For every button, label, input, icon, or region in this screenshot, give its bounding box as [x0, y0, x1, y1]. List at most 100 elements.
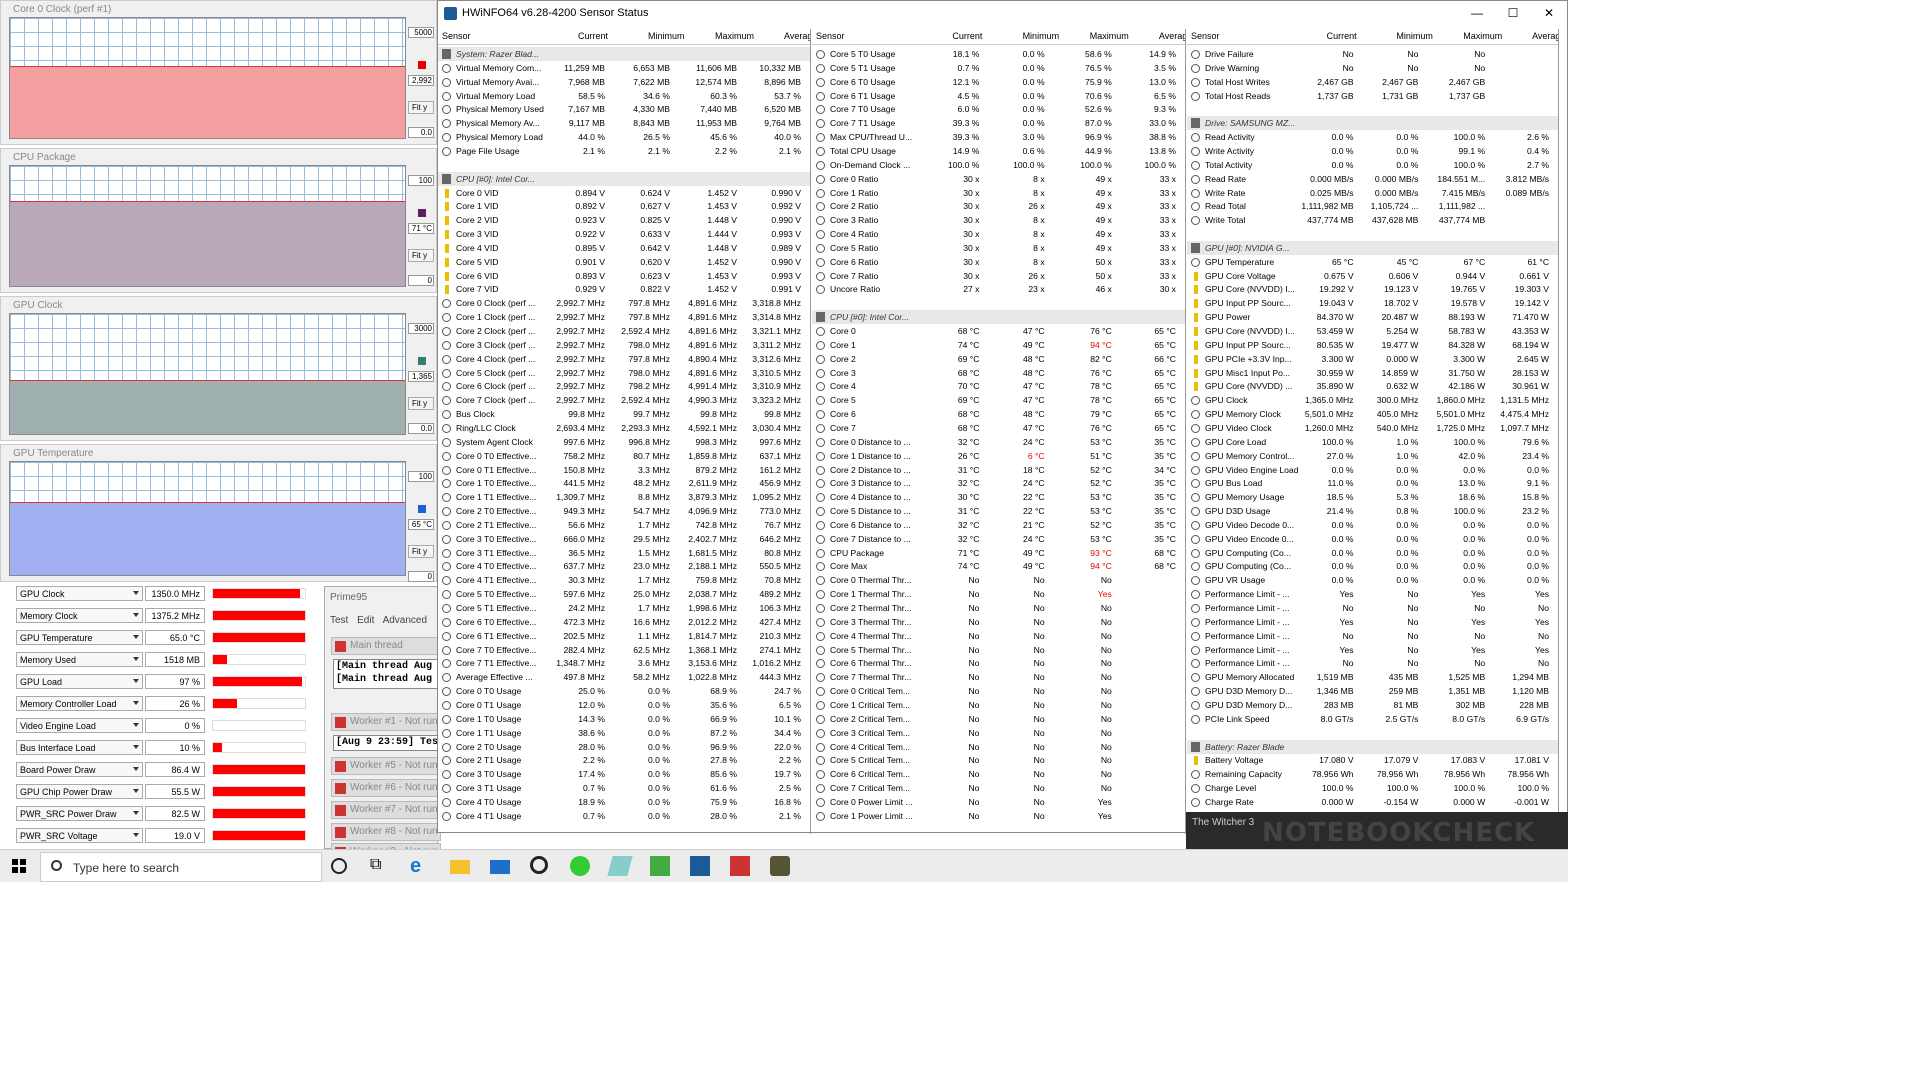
windows-start-icon[interactable] — [12, 859, 26, 873]
sensor-row[interactable]: Core 6 T1 Effective... 202.5 MHz 1.1 MHz 1,… — [438, 629, 810, 643]
sensor-row[interactable]: Core 2 Critical Tem... No No No — [812, 712, 1185, 726]
sensor-row[interactable]: Core 3 68 °C 48 °C 76 °C 65 °C — [812, 366, 1185, 380]
sensor-row[interactable]: Core 3 T1 Usage 0.7 % 0.0 % 61.6 % 2.5 % — [438, 781, 810, 795]
sensor-row[interactable]: Core 1 T1 Usage 38.6 % 0.0 % 87.2 % 34.4 % — [438, 726, 810, 740]
column-header[interactable]: Sensor — [816, 29, 845, 44]
xbox-icon[interactable] — [530, 856, 548, 874]
sensor-row[interactable]: Core 5 Ratio 30 x 8 x 49 x 33 x — [812, 241, 1185, 255]
minimize-icon[interactable]: — — [1459, 1, 1495, 26]
hwinfo-taskbar-icon[interactable] — [690, 856, 710, 876]
column-header[interactable]: Maximum — [1463, 29, 1502, 44]
sensor-row[interactable]: Core 0 68 °C 47 °C 76 °C 65 °C — [812, 324, 1185, 338]
sensor-select[interactable]: Board Power Draw — [16, 762, 143, 777]
sensor-select[interactable]: Memory Used — [16, 652, 143, 667]
sensor-row[interactable]: Core 2 T0 Usage 28.0 % 0.0 % 96.9 % 22.0 % — [438, 740, 810, 754]
sensor-row[interactable]: Virtual Memory Avai... 7,968 MB 7,622 MB 12… — [438, 75, 810, 89]
sensor-row[interactable]: GPU Input PP Sourc... 19.043 V 18.702 V 19.… — [1187, 296, 1558, 310]
sensor-row[interactable]: Core 3 Clock (perf ... 2,992.7 MHz 798.0 M… — [438, 338, 810, 352]
sensor-row[interactable]: Max CPU/Thread U... 39.3 % 3.0 % 96.9 % 38.8… — [812, 130, 1185, 144]
fit-y-button[interactable]: Fit y — [408, 249, 434, 262]
column-header[interactable]: Minimum — [648, 29, 685, 44]
sensor-row[interactable]: Drive Failure No No No — [1187, 47, 1558, 61]
sensor-row[interactable]: Core 4 T1 Usage 0.7 % 0.0 % 28.0 % 2.1 % — [438, 809, 810, 823]
sensor-row[interactable]: Core 4 Thermal Thr... No No No — [812, 629, 1185, 643]
sensor-row[interactable]: Core 6 Distance to ... 32 °C 21 °C 52 °C 35 … — [812, 518, 1185, 532]
sensor-row[interactable]: GPU Video Decode 0... 0.0 % 0.0 % 0.0 % 0.0 … — [1187, 518, 1558, 532]
column-header[interactable]: Maximum — [715, 29, 754, 44]
sensor-row[interactable]: Core 2 Clock (perf ... 2,992.7 MHz 2,592.4… — [438, 324, 810, 338]
sensor-row[interactable]: Core 5 Clock (perf ... 2,992.7 MHz 798.0 M… — [438, 366, 810, 380]
sensor-row[interactable]: Total Host Writes 2,467 GB 2,467 GB 2,467 G… — [1187, 75, 1558, 89]
sensor-row[interactable]: Core Max 74 °C 49 °C 94 °C 68 °C — [812, 559, 1185, 573]
sensor-row[interactable]: Core 4 T0 Effective... 637.7 MHz 23.0 MHz 2… — [438, 559, 810, 573]
sensor-row[interactable]: Virtual Memory Com... 11,259 MB 6,653 MB 11… — [438, 61, 810, 75]
sensor-row[interactable]: GPU D3D Memory D... 1,346 MB 259 MB 1,351 M… — [1187, 684, 1558, 698]
sensor-panel-3[interactable]: Sensor Current Minimum Maximum Average Drive … — [1187, 29, 1559, 834]
sensor-row[interactable]: Battery Voltage 17.080 V 17.079 V 17.083 V 1… — [1187, 753, 1558, 767]
sensor-row[interactable]: Core 2 Distance to ... 31 °C 18 °C 52 °C 34 … — [812, 463, 1185, 477]
column-header[interactable]: Current — [1327, 29, 1357, 44]
sensor-row[interactable]: Core 6 T0 Usage 12.1 % 0.0 % 75.9 % 13.0 % — [812, 75, 1185, 89]
sensor-row[interactable]: GPU Video Clock 1,260.0 MHz 540.0 MHz 1,725… — [1187, 421, 1558, 435]
sensor-row[interactable]: GPU Memory Control... 27.0 % 1.0 % 42.0 % 23… — [1187, 449, 1558, 463]
sensor-row[interactable]: GPU Computing (Co... 0.0 % 0.0 % 0.0 % 0.0 % — [1187, 546, 1558, 560]
worker-window[interactable]: Worker #6 - Not run — [331, 779, 441, 797]
sensor-row[interactable]: PCIe Link Speed 8.0 GT/s 2.5 GT/s 8.0 GT/s 6… — [1187, 712, 1558, 726]
sensor-select[interactable]: GPU Temperature — [16, 630, 143, 645]
sensor-row[interactable]: Core 7 68 °C 47 °C 76 °C 65 °C — [812, 421, 1185, 435]
sensor-row[interactable]: Performance Limit - ... Yes No Yes Yes — [1187, 587, 1558, 601]
sensor-row[interactable]: Core 7 Ratio 30 x 26 x 50 x 33 x — [812, 269, 1185, 283]
sensor-row[interactable]: Core 0 Ratio 30 x 8 x 49 x 33 x — [812, 172, 1185, 186]
sensor-row[interactable]: On-Demand Clock ... 100.0 % 100.0 % 100.0 %… — [812, 158, 1185, 172]
sensor-row[interactable]: GPU Clock 1,365.0 MHz 300.0 MHz 1,860.0 MHz… — [1187, 393, 1558, 407]
sensor-row[interactable]: Core 2 T0 Effective... 949.3 MHz 54.7 MHz 4… — [438, 504, 810, 518]
sensor-row[interactable]: Bus Clock 99.8 MHz 99.7 MHz 99.8 MHz 99.8 MH… — [438, 407, 810, 421]
sensor-graph[interactable]: Core 0 Clock (perf #1) 5000 2,992 Fit y … — [0, 0, 437, 145]
sensor-group-header[interactable]: Battery: Razer Blade — [1187, 739, 1558, 754]
fit-y-button[interactable]: Fit y — [408, 397, 434, 410]
maximize-icon[interactable]: ☐ — [1495, 1, 1531, 26]
sensor-row[interactable]: Core 1 Critical Tem... No No No — [812, 698, 1185, 712]
sensor-row[interactable]: Core 0 T1 Effective... 150.8 MHz 3.3 MHz 87… — [438, 463, 810, 477]
sensor-row[interactable]: Core 1 Distance to ... 26 °C 6 °C 51 °C 35 °… — [812, 449, 1185, 463]
column-header[interactable]: Average — [1159, 29, 1185, 44]
column-header[interactable]: Minimum — [1396, 29, 1433, 44]
sensor-row[interactable]: Total CPU Usage 14.9 % 0.6 % 44.9 % 13.8 % — [812, 144, 1185, 158]
sensor-row[interactable]: Core 4 Clock (perf ... 2,992.7 MHz 797.8 M… — [438, 352, 810, 366]
edge-icon[interactable]: e — [410, 856, 430, 876]
sensor-row[interactable]: Read Rate 0.000 MB/s 0.000 MB/s 184.551 M..… — [1187, 172, 1558, 186]
sensor-row[interactable]: Core 7 T0 Effective... 282.4 MHz 62.5 MHz 1… — [438, 643, 810, 657]
sensor-row[interactable]: Core 7 T1 Usage 39.3 % 0.0 % 87.0 % 33.0 % — [812, 116, 1185, 130]
sensor-row[interactable]: Core 3 Ratio 30 x 8 x 49 x 33 x — [812, 213, 1185, 227]
sensor-row[interactable]: Core 3 VID 0.922 V 0.633 V 1.444 V 0.993 V — [438, 227, 810, 241]
sensor-row[interactable]: Core 5 69 °C 47 °C 78 °C 65 °C — [812, 393, 1185, 407]
sensor-row[interactable]: GPU Computing (Co... 0.0 % 0.0 % 0.0 % 0.0 % — [1187, 559, 1558, 573]
sensor-row[interactable]: Performance Limit - ... No No No No — [1187, 601, 1558, 615]
witcher-taskbar-icon[interactable] — [770, 856, 790, 876]
sensor-row[interactable]: Core 1 Clock (perf ... 2,992.7 MHz 797.8 M… — [438, 310, 810, 324]
sensor-row[interactable]: Core 5 VID 0.901 V 0.620 V 1.452 V 0.990 V — [438, 255, 810, 269]
sensor-group-header[interactable]: System: Razer Blad... — [438, 47, 810, 61]
sensor-row[interactable]: GPU Core (NVVDD) I... 19.292 V 19.123 V 19.… — [1187, 282, 1558, 296]
sensor-row[interactable]: GPU VR Usage 0.0 % 0.0 % 0.0 % 0.0 % — [1187, 573, 1558, 587]
sensor-row[interactable]: Core 0 T1 Usage 12.0 % 0.0 % 35.6 % 6.5 % — [438, 698, 810, 712]
sensor-row[interactable]: Core 0 Critical Tem... No No No — [812, 684, 1185, 698]
sensor-row[interactable]: Read Total 1,111,982 MB 1,105,724 ... 1,111… — [1187, 199, 1558, 213]
task-view-icon[interactable]: ⧉ — [370, 856, 390, 876]
sensor-row[interactable]: Core 2 T1 Effective... 56.6 MHz 1.7 MHz 742… — [438, 518, 810, 532]
sensor-panel-2[interactable]: Sensor Current Minimum Maximum Average Core 5… — [812, 29, 1186, 834]
sensor-panel-1[interactable]: Sensor Current Minimum Maximum Average System… — [438, 29, 811, 834]
sensor-row[interactable]: Core 0 T0 Usage 25.0 % 0.0 % 68.9 % 24.7 % — [438, 684, 810, 698]
sensor-select[interactable]: GPU Clock — [16, 586, 143, 601]
sensor-group-header[interactable]: GPU [#0]: NVIDIA G... — [1187, 240, 1558, 255]
gpuz-icon[interactable] — [650, 856, 670, 876]
close-icon[interactable]: ✕ — [1531, 1, 1567, 26]
sensor-row[interactable]: Core 7 Critical Tem... No No No — [812, 781, 1185, 795]
sensor-row[interactable]: GPU Temperature 65 °C 45 °C 67 °C 61 °C — [1187, 255, 1558, 269]
sensor-row[interactable]: Core 4 Critical Tem... No No No — [812, 740, 1185, 754]
sensor-row[interactable]: Core 1 T0 Usage 14.3 % 0.0 % 66.9 % 10.1 % — [438, 712, 810, 726]
prime95-taskbar-icon[interactable] — [730, 856, 750, 876]
sensor-row[interactable]: Charge Rate 0.000 W -0.154 W 0.000 W -0.001 … — [1187, 795, 1558, 809]
sensor-row[interactable]: CPU Package 71 °C 49 °C 93 °C 68 °C — [812, 546, 1185, 560]
sensor-graph[interactable]: CPU Package 100 71 °C Fit y 0 — [0, 148, 437, 293]
